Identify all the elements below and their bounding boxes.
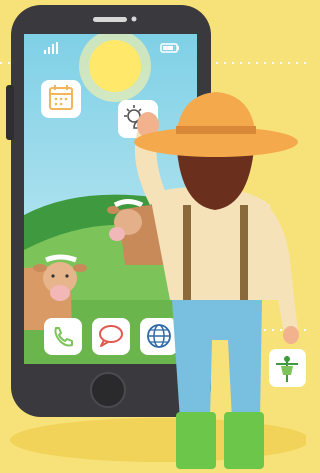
phone-side-button [6, 85, 14, 140]
farmer-boot-left [176, 412, 216, 469]
phone-speaker [93, 17, 127, 22]
home-button[interactable] [90, 372, 126, 408]
sun-icon [79, 34, 151, 102]
calendar-app[interactable] [41, 80, 81, 118]
browser-app[interactable] [140, 318, 178, 355]
phone-app[interactable] [44, 318, 82, 355]
farmer-boot-right [224, 412, 264, 469]
messages-app[interactable] [92, 318, 130, 355]
phone-camera [131, 16, 137, 22]
farmer-hat-band [176, 126, 256, 134]
suspender-right [240, 205, 248, 315]
farmer-right-hand [283, 326, 299, 344]
farmer-smartphone-illustration [0, 0, 310, 469]
scarecrow-app[interactable] [269, 349, 306, 387]
suspender-left [183, 205, 191, 315]
